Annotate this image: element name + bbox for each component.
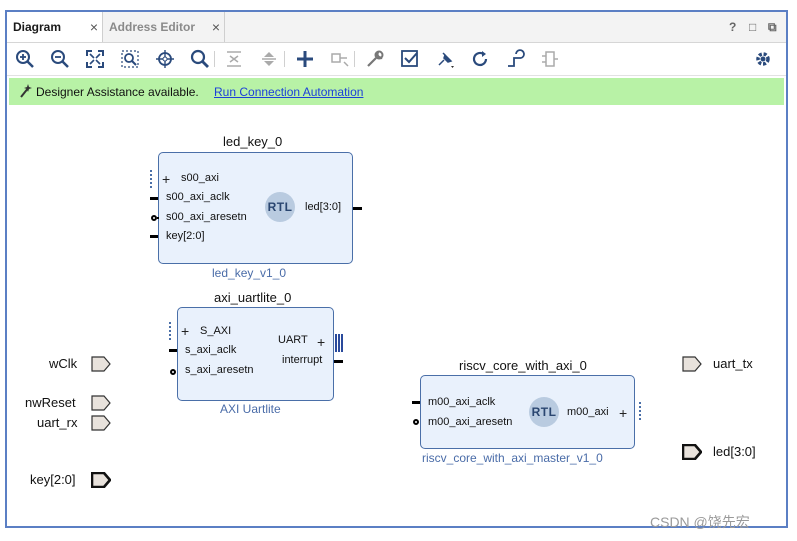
- close-icon[interactable]: ×: [90, 19, 98, 35]
- external-port-label: led[3:0]: [713, 444, 756, 459]
- led-key-title: led_key_0: [223, 134, 283, 149]
- input-port-icon[interactable]: [91, 395, 111, 411]
- port-label: UART: [278, 334, 308, 346]
- add-ip-icon[interactable]: [294, 48, 316, 70]
- port-label: m00_axi_aclk: [428, 396, 496, 408]
- external-port-label: uart_rx: [37, 415, 78, 430]
- zoom-in-icon[interactable]: [14, 48, 36, 70]
- port-label: interrupt: [282, 354, 323, 366]
- help-icon[interactable]: ?: [729, 20, 736, 34]
- tab-bar: Diagram × Address Editor × ? □ ⧉: [7, 12, 786, 43]
- maximize-icon[interactable]: □: [749, 20, 756, 34]
- rtl-badge: RTL: [265, 192, 295, 222]
- input-port-icon[interactable]: [91, 415, 111, 431]
- bus-interface-dots: [639, 402, 645, 420]
- led-key-ip-name: led_key_v1_0: [212, 266, 287, 280]
- expand-plus-icon[interactable]: +: [162, 172, 170, 186]
- designer-assistance-banner: Designer Assistance available. Run Conne…: [9, 78, 784, 105]
- riscv-block[interactable]: m00_axi_aclk m00_axi_aresetn RTL m00_axi…: [412, 375, 641, 449]
- properties-icon[interactable]: [364, 48, 386, 70]
- riscv-ip-name: riscv_core_with_axi_master_v1_0: [422, 451, 603, 465]
- port-label: key[2:0]: [166, 230, 205, 242]
- expand-icon[interactable]: [258, 48, 280, 70]
- uart-bus-pin-center: [338, 334, 340, 352]
- fit-icon[interactable]: [84, 48, 106, 70]
- rtl-badge: RTL: [529, 397, 559, 427]
- pin-icon[interactable]: [434, 48, 456, 70]
- port-pin-inverted[interactable]: [413, 419, 419, 425]
- expand-plus-icon[interactable]: +: [619, 406, 627, 420]
- watermark: CSDN @饶先宏: [650, 514, 750, 530]
- port-pin[interactable]: [334, 360, 343, 363]
- make-connection-icon[interactable]: [329, 48, 351, 70]
- axi-uartlite-ip-name: AXI Uartlite: [220, 402, 281, 416]
- close-icon[interactable]: ×: [212, 19, 220, 35]
- run-connection-automation-link[interactable]: Run Connection Automation: [214, 85, 363, 99]
- toolbar-separator: [354, 51, 355, 67]
- port-label: s_axi_aclk: [185, 344, 237, 356]
- input-bus-port-icon[interactable]: [90, 471, 112, 489]
- optimize-routing-icon[interactable]: [504, 48, 526, 70]
- led-key-block[interactable]: + s00_axi s00_axi_aclk s00_axi_aresetn k…: [150, 152, 362, 264]
- port-pin-inverted[interactable]: [170, 369, 176, 375]
- port-label: S_AXI: [200, 325, 232, 337]
- port-pin[interactable]: [169, 349, 177, 352]
- port-pin: [157, 217, 159, 219]
- zoom-area-icon[interactable]: [119, 48, 141, 70]
- search-icon[interactable]: [189, 48, 211, 70]
- external-port-label: uart_tx: [713, 356, 753, 371]
- expand-plus-icon[interactable]: +: [317, 335, 325, 349]
- regenerate-icon[interactable]: [469, 48, 491, 70]
- collapse-icon[interactable]: [223, 48, 245, 70]
- port-label: s00_axi_aclk: [166, 191, 230, 203]
- tab-address-editor[interactable]: Address Editor ×: [103, 12, 225, 42]
- port-label: m00_axi_aresetn: [428, 416, 513, 428]
- validate-icon[interactable]: [399, 48, 421, 70]
- port-pin[interactable]: [412, 401, 420, 404]
- input-port-icon[interactable]: [91, 356, 111, 372]
- banner-text: Designer Assistance available.: [36, 85, 199, 99]
- toolbar-separator: [214, 51, 215, 67]
- settings-icon[interactable]: [752, 48, 774, 70]
- external-port-label: key[2:0]: [30, 472, 76, 487]
- port-pin[interactable]: [150, 235, 158, 238]
- tab-diagram-label: Diagram: [13, 20, 62, 34]
- auto-fit-icon[interactable]: [154, 48, 176, 70]
- output-bus-port-icon[interactable]: [681, 443, 703, 461]
- tab-address-editor-label: Address Editor: [109, 20, 196, 34]
- port-label: led[3:0]: [305, 201, 342, 213]
- port-label: s_axi_aresetn: [185, 364, 254, 376]
- riscv-title: riscv_core_with_axi_0: [459, 358, 587, 373]
- relayout-icon[interactable]: [539, 48, 561, 70]
- zoom-out-icon[interactable]: [49, 48, 71, 70]
- bus-interface-dots: [150, 170, 156, 188]
- port-label: m00_axi: [567, 406, 609, 418]
- tab-diagram[interactable]: Diagram ×: [7, 12, 103, 42]
- expand-plus-icon[interactable]: +: [181, 324, 189, 338]
- external-port-label: nwReset: [25, 395, 76, 410]
- output-port-icon[interactable]: [682, 356, 702, 372]
- bus-interface-dots: [169, 322, 175, 340]
- port-pin[interactable]: [150, 197, 158, 200]
- wizard-icon: [18, 83, 34, 99]
- toolbar: [7, 43, 786, 76]
- diagram-window: Diagram × Address Editor × ? □ ⧉ Designe…: [5, 10, 788, 528]
- diagram-canvas[interactable]: led_key_0 + s00_axi s00_axi_aclk s00_axi…: [7, 106, 786, 526]
- port-label: s00_axi: [181, 172, 219, 184]
- port-label: s00_axi_aresetn: [166, 211, 247, 223]
- float-icon[interactable]: ⧉: [768, 20, 777, 35]
- toolbar-separator: [284, 51, 285, 67]
- external-port-label: wClk: [49, 356, 78, 371]
- port-pin[interactable]: [353, 207, 362, 210]
- axi-uartlite-title: axi_uartlite_0: [214, 290, 292, 305]
- axi-uartlite-block[interactable]: + S_AXI s_axi_aclk s_axi_aresetn UART + …: [169, 307, 343, 401]
